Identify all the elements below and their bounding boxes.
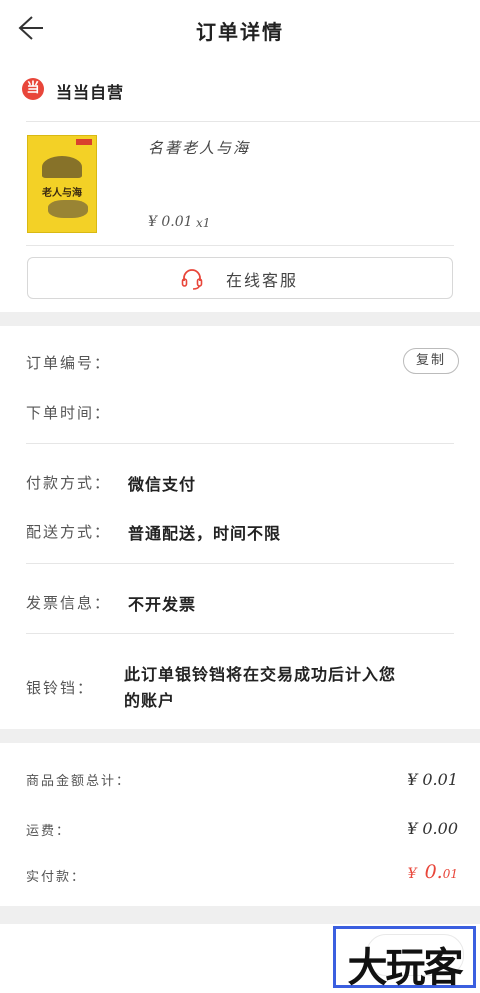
silver-bell-label: 银铃铛： <box>26 679 95 697</box>
divider <box>26 443 454 444</box>
store-logo-icon: 当 <box>22 78 44 100</box>
goods-total-label: 商品金额总计： <box>26 774 132 789</box>
bottom-bar: 大玩客 <box>0 924 480 991</box>
product-price: ¥ 0.01 <box>148 214 193 230</box>
order-time-label: 下单时间： <box>26 404 112 422</box>
payment-method-label: 付款方式： <box>26 474 112 492</box>
watermark-logo: 大玩客 <box>333 926 476 991</box>
payment-method-value: 微信支付 <box>128 475 197 494</box>
store-name: 当当自营 <box>56 83 125 102</box>
invoice-value: 不开发票 <box>128 595 197 614</box>
copy-button[interactable]: 复制 <box>403 348 459 374</box>
section-separator <box>0 906 480 924</box>
product-title: 名著老人与海 <box>148 139 251 157</box>
divider <box>26 633 454 634</box>
goods-total-value: ¥ 0.01 <box>407 770 458 789</box>
product-qty: x1 <box>196 216 211 230</box>
shipping-label: 运费： <box>26 824 72 839</box>
cover-title: 老人与海 <box>42 188 82 199</box>
book-cover-image: 老人与海 <box>27 135 97 233</box>
headset-icon <box>181 269 203 290</box>
watermark-text: 大玩客 <box>347 945 464 991</box>
divider <box>26 563 454 564</box>
online-service-button[interactable]: 在线客服 <box>27 257 453 299</box>
header: 订单详情 <box>0 0 480 60</box>
store-row: 当 当当自营 <box>0 68 480 112</box>
page-title: 订单详情 <box>196 20 284 44</box>
online-service-label: 在线客服 <box>226 271 299 290</box>
section-separator <box>0 729 480 743</box>
paid-amount-value: ¥0.01 <box>407 861 458 883</box>
product-item[interactable]: 老人与海 名著老人与海 ¥ 0.01 x1 <box>0 122 480 244</box>
order-number-label: 订单编号： <box>26 354 112 372</box>
divider <box>26 245 454 246</box>
silver-bell-value-line1: 此订单银铃铛将在交易成功后计入您 <box>124 665 397 684</box>
shipping-value: ¥ 0.00 <box>407 819 458 838</box>
silver-bell-value-line2: 的账户 <box>124 691 176 710</box>
paid-amount-label: 实付款： <box>26 870 87 885</box>
section-separator <box>0 312 480 326</box>
invoice-label: 发票信息： <box>26 594 112 612</box>
delivery-method-value: 普通配送，时间不限 <box>128 524 282 543</box>
delivery-method-label: 配送方式： <box>26 523 112 541</box>
